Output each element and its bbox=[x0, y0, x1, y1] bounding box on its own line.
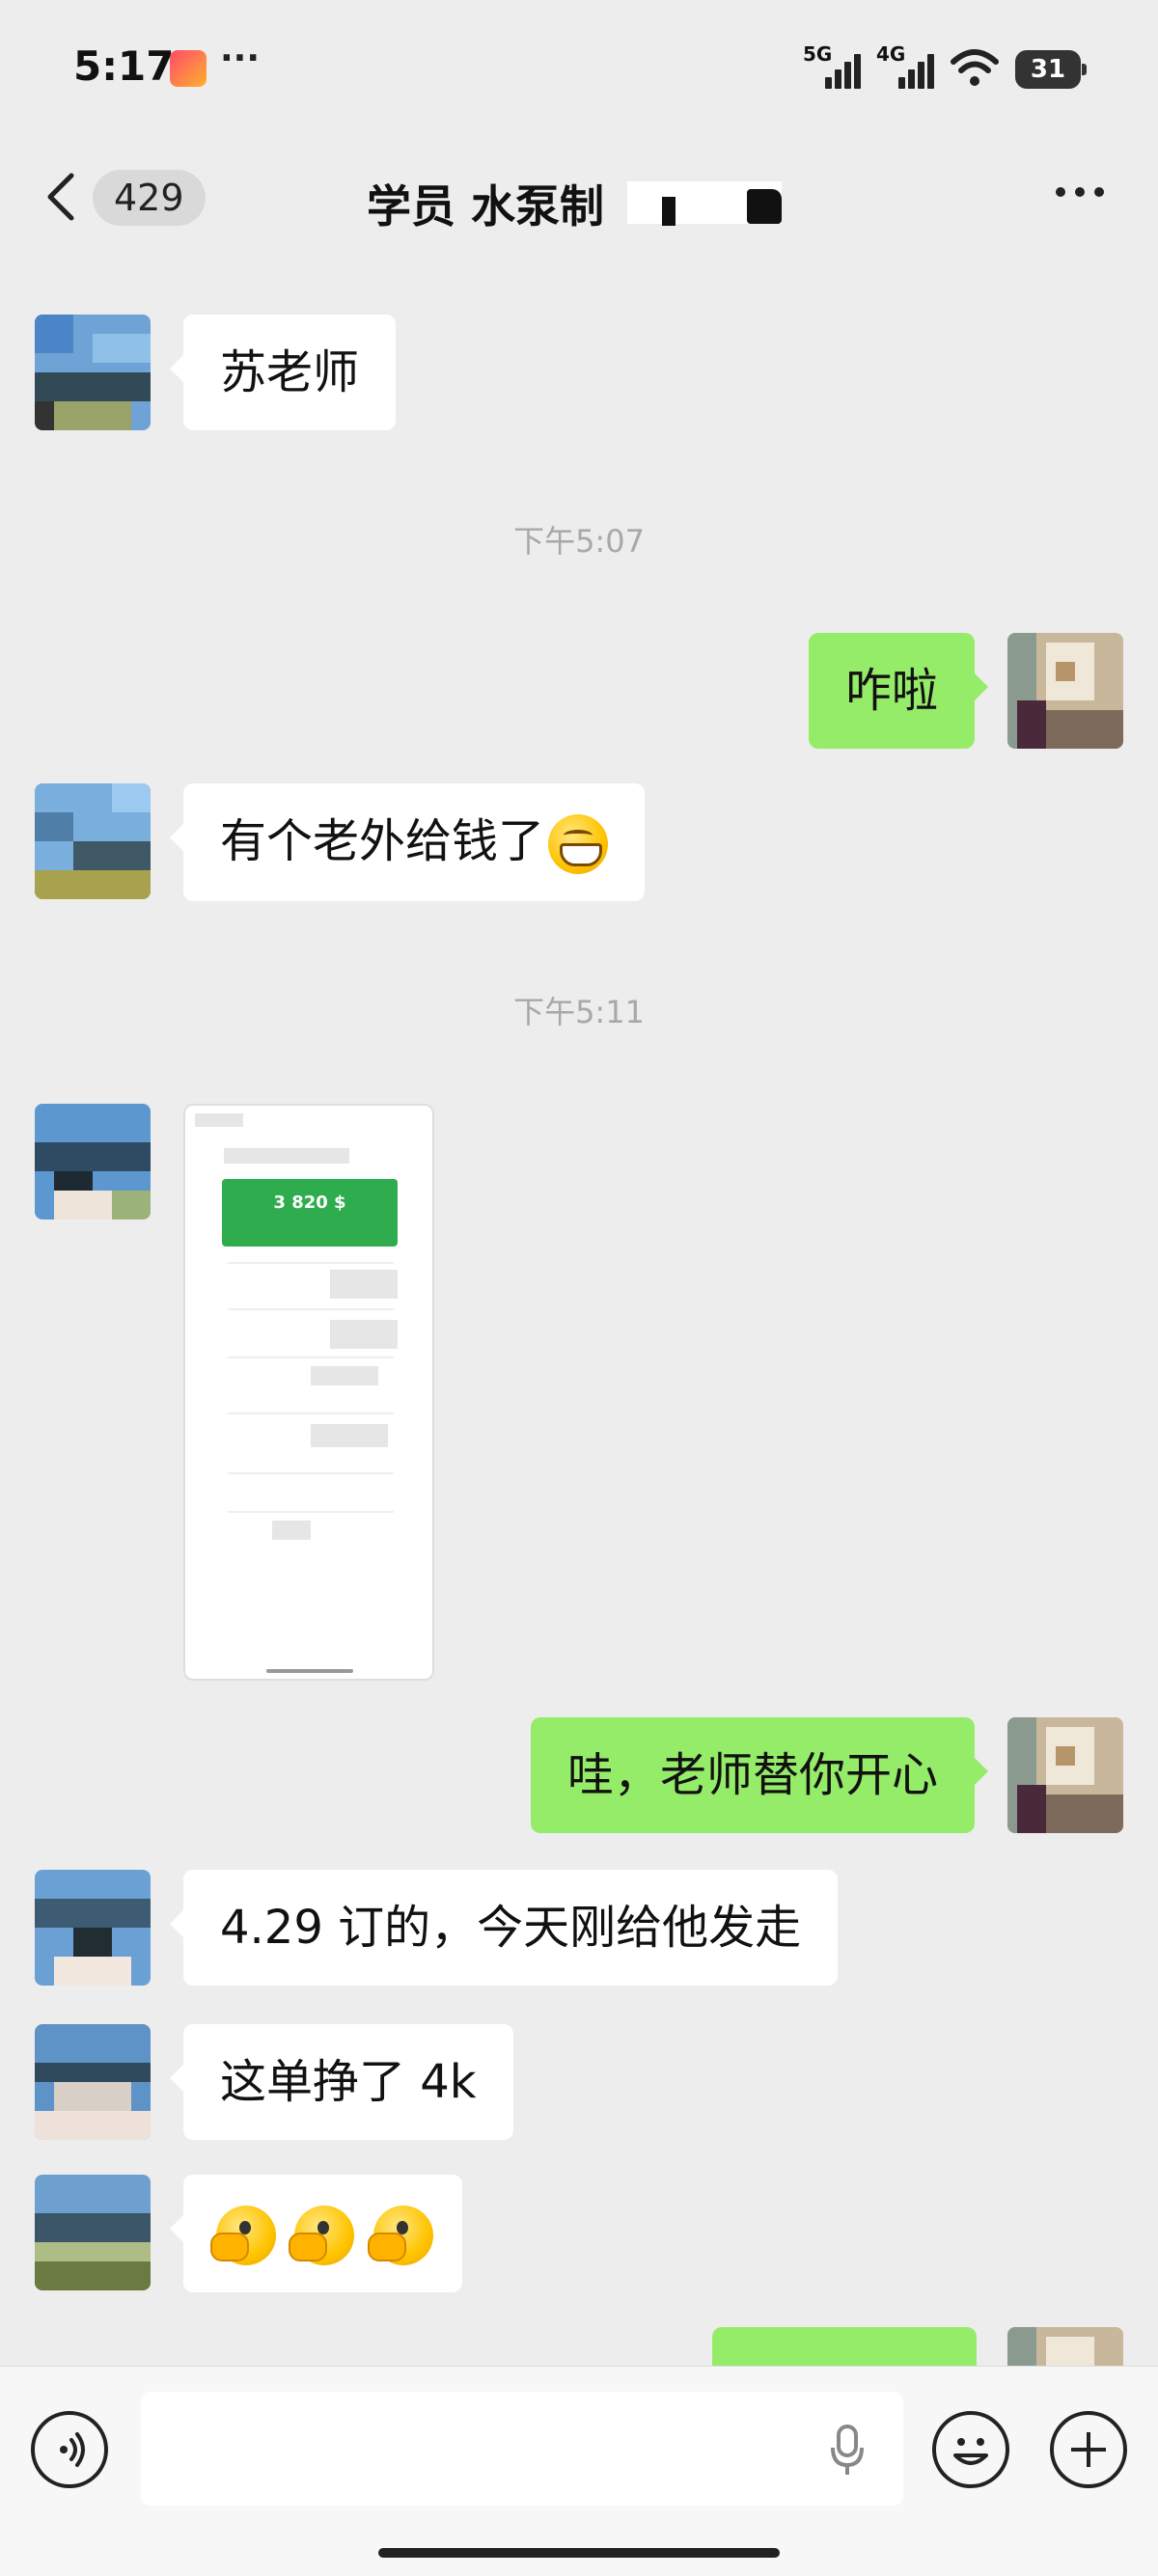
contact-avatar[interactable] bbox=[35, 1870, 151, 1986]
plus-icon bbox=[1071, 2432, 1106, 2467]
chat-header: 429 学员 水泵制 bbox=[0, 135, 1158, 262]
signal-5g-icon: 5G bbox=[803, 42, 861, 89]
message-bubble[interactable]: 4.29 订的，今天刚给他发走 bbox=[169, 1870, 839, 1986]
contact-avatar[interactable] bbox=[35, 2024, 151, 2140]
grin-emoji-icon bbox=[548, 814, 609, 874]
message-bubble[interactable]: 有个老外给钱了 bbox=[169, 783, 646, 901]
payment-amount: 3 820 $ bbox=[273, 1192, 346, 1213]
my-avatar[interactable] bbox=[1007, 2327, 1123, 2366]
contact-avatar[interactable] bbox=[35, 783, 151, 899]
back-icon[interactable] bbox=[42, 170, 81, 224]
cover-face-emoji-icon bbox=[210, 2206, 276, 2265]
unread-count-badge[interactable]: 429 bbox=[93, 170, 206, 226]
more-options-icon[interactable] bbox=[1056, 187, 1104, 197]
timestamp: 下午5:07 bbox=[513, 523, 645, 560]
chat-title: 学员 水泵制 bbox=[367, 180, 605, 233]
message-bubble-partial[interactable] bbox=[712, 2327, 977, 2366]
emoji-message[interactable] bbox=[170, 2175, 462, 2292]
more-functions-button[interactable] bbox=[1050, 2411, 1127, 2488]
image-message[interactable]: 3 820 $ bbox=[183, 1104, 434, 1681]
status-bar: 5:17 ··· 5G 4G 31 bbox=[0, 0, 1158, 135]
message-bubble[interactable]: 哇，老师替你开心 bbox=[530, 1717, 989, 1833]
contact-avatar[interactable] bbox=[35, 2175, 151, 2290]
voice-input-button[interactable] bbox=[31, 2411, 108, 2488]
emoji-icon bbox=[953, 2438, 988, 2465]
message-text: 有个老外给钱了 bbox=[220, 814, 545, 868]
home-indicator[interactable] bbox=[378, 2548, 780, 2558]
message-text: 4.29 订的，今天刚给他发走 bbox=[220, 1901, 802, 1955]
mic-icon[interactable] bbox=[830, 2425, 865, 2477]
message-input[interactable] bbox=[141, 2392, 903, 2506]
timestamp: 下午5:11 bbox=[513, 994, 645, 1030]
message-text: 哇，老师替你开心 bbox=[566, 1748, 938, 1802]
input-bar bbox=[0, 2366, 1158, 2576]
my-avatar[interactable] bbox=[1007, 633, 1123, 749]
contact-avatar[interactable] bbox=[35, 315, 151, 430]
wifi-icon bbox=[951, 49, 999, 86]
message-bubble[interactable]: 这单挣了 4k bbox=[170, 2024, 513, 2140]
app-notification-icon bbox=[170, 50, 207, 87]
redaction-mark bbox=[662, 197, 676, 226]
message-text: 苏老师 bbox=[220, 345, 360, 399]
cover-face-emoji-icon bbox=[367, 2206, 433, 2265]
cover-face-emoji-icon bbox=[289, 2206, 355, 2265]
signal-4g-icon: 4G bbox=[876, 42, 934, 89]
message-list[interactable]: 苏老师 下午5:07 咋啦 有个老外给钱了 下午5:11 3 820 $ 哇，老… bbox=[0, 262, 1158, 2366]
status-time: 5:17 bbox=[73, 42, 175, 90]
battery-icon: 31 bbox=[1015, 50, 1087, 89]
message-text: 咋啦 bbox=[844, 664, 938, 718]
message-bubble[interactable]: 苏老师 bbox=[169, 315, 397, 430]
voice-icon bbox=[60, 2432, 85, 2467]
redaction-mark bbox=[747, 189, 782, 224]
emoji-button[interactable] bbox=[932, 2411, 1009, 2488]
message-text: 这单挣了 4k bbox=[220, 2055, 477, 2109]
payment-header bbox=[222, 1179, 398, 1247]
contact-avatar[interactable] bbox=[35, 1104, 151, 1219]
message-bubble[interactable]: 咋啦 bbox=[808, 633, 989, 749]
status-more: ··· bbox=[220, 39, 261, 78]
my-avatar[interactable] bbox=[1007, 1717, 1123, 1833]
